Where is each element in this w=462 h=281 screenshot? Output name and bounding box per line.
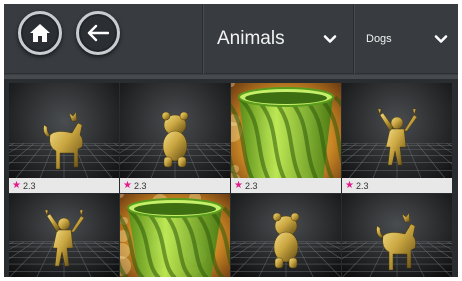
subcategory-dropdown-label: Dogs — [366, 33, 392, 45]
chevron-down-icon — [323, 35, 337, 43]
model-thumbnail — [231, 194, 341, 277]
model-thumbnail — [9, 194, 119, 277]
rating-value: 2.3 — [133, 180, 147, 191]
subcategory-dropdown[interactable]: Dogs — [354, 4, 458, 74]
rating-bar: ★ 2.3 — [9, 178, 119, 193]
app-frame: Animals Dogs ★ 2.3 ★ 2.3 ★ 2.3 ★ 2.3 — [4, 4, 458, 277]
model-tile[interactable]: ★ 2.3 — [9, 83, 119, 193]
rating-value: 2.3 — [22, 180, 36, 191]
arrow-left-icon — [87, 24, 109, 42]
model-grid: ★ 2.3 ★ 2.3 ★ 2.3 ★ 2.3 — [9, 83, 455, 277]
model-thumbnail — [342, 194, 452, 277]
category-dropdown-label: Animals — [217, 28, 285, 49]
rating-value: 2.3 — [244, 180, 258, 191]
model-tile[interactable] — [342, 194, 452, 277]
star-icon: ★ — [345, 179, 354, 191]
model-tile[interactable] — [120, 194, 230, 277]
model-thumbnail — [120, 194, 230, 277]
star-icon: ★ — [234, 179, 243, 191]
category-dropdown[interactable]: Animals — [203, 4, 351, 74]
model-thumbnail — [9, 83, 119, 193]
chevron-down-icon — [434, 35, 448, 43]
home-button[interactable] — [18, 11, 62, 55]
star-icon: ★ — [12, 179, 21, 191]
rating-value: 2.3 — [355, 180, 369, 191]
home-icon — [30, 24, 50, 42]
rating-bar: ★ 2.3 — [231, 178, 341, 193]
top-toolbar: Animals Dogs — [4, 4, 458, 74]
rating-bar: ★ 2.3 — [342, 178, 452, 193]
model-tile[interactable]: ★ 2.3 — [231, 83, 341, 193]
model-tile[interactable] — [231, 194, 341, 277]
model-gallery: ★ 2.3 ★ 2.3 ★ 2.3 ★ 2.3 — [4, 75, 458, 277]
back-button[interactable] — [76, 11, 120, 55]
model-thumbnail — [231, 83, 341, 193]
model-tile[interactable]: ★ 2.3 — [120, 83, 230, 193]
model-thumbnail — [120, 83, 230, 193]
rating-bar: ★ 2.3 — [120, 178, 230, 193]
model-thumbnail — [342, 83, 452, 193]
model-tile[interactable] — [9, 194, 119, 277]
model-tile[interactable]: ★ 2.3 — [342, 83, 452, 193]
star-icon: ★ — [123, 179, 132, 191]
